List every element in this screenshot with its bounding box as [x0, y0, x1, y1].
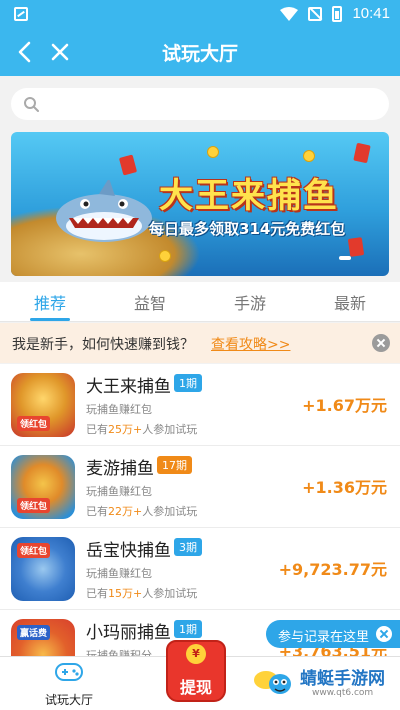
reward-amount: +9,723.77元 — [278, 560, 387, 579]
game-thumbnail: 领红包 — [11, 537, 75, 601]
red-envelope-icon — [353, 142, 371, 164]
site-watermark: 蜻蜓手游网 www.qt6.com — [252, 662, 400, 708]
page-title: 试玩大厅 — [161, 43, 238, 65]
red-envelope-icon — [347, 237, 365, 257]
participant-count: 已有15万+人参加试玩 — [86, 587, 198, 600]
search-area — [0, 76, 400, 128]
game-desc: 玩捕鱼赚红包 — [86, 485, 152, 498]
withdraw-button[interactable]: ¥ 提现 — [160, 640, 232, 704]
bottom-tab-trial-hall[interactable]: 试玩大厅 — [34, 661, 104, 708]
thumbnail-tag: 领红包 — [17, 543, 51, 558]
status-bar: 10:41 — [0, 0, 400, 28]
app-header: 试玩大厅 — [0, 28, 400, 76]
thumbnail-tag: 领红包 — [17, 498, 51, 513]
notification-icon — [14, 7, 28, 21]
coin-icon — [207, 146, 219, 158]
list-item[interactable]: 领红包 麦游捕鱼 17期 玩捕鱼赚红包 已有22万+人参加试玩 +1.36万元 — [0, 446, 400, 528]
close-notice-icon[interactable] — [372, 334, 390, 352]
banner-headline: 大王来捕鱼 — [159, 176, 339, 216]
battery-icon — [332, 5, 343, 22]
no-sim-icon — [308, 6, 323, 21]
bottom-tab-label: 试玩大厅 — [44, 693, 93, 707]
guide-link[interactable]: 查看攻略>> — [211, 334, 290, 354]
game-name: 大王来捕鱼 — [86, 377, 171, 397]
carousel-indicator[interactable] — [339, 256, 351, 260]
active-tab-indicator — [30, 318, 70, 321]
game-name: 岳宝快捕鱼 — [86, 541, 171, 561]
watermark-url: www.qt6.com — [312, 688, 374, 698]
game-name: 麦游捕鱼 — [86, 459, 154, 479]
withdraw-label: 提现 — [179, 678, 212, 697]
list-item[interactable]: 领红包 岳宝快捕鱼 3期 玩捕鱼赚红包 已有15万+人参加试玩 +9,723.7… — [0, 528, 400, 610]
tab-latest[interactable]: 最新 — [320, 290, 380, 314]
newbie-notice: 我是新手，如何快速赚到钱？ 查看攻略>> — [0, 323, 400, 363]
category-tabs: 推荐 益智 手游 最新 — [0, 282, 400, 322]
period-badge: 1期 — [174, 620, 202, 638]
red-envelope-icon — [118, 154, 138, 176]
thumbnail-tag: 领红包 — [17, 416, 51, 431]
tab-puzzle[interactable]: 益智 — [120, 290, 180, 314]
notice-text: 我是新手，如何快速赚到钱？ — [12, 337, 194, 353]
participant-count: 已有25万+人参加试玩 — [86, 423, 198, 436]
period-badge: 1期 — [174, 374, 202, 392]
game-thumbnail: 领红包 — [11, 373, 75, 437]
dragonfly-logo-icon — [254, 671, 291, 694]
participant-count: 已有22万+人参加试玩 — [86, 505, 198, 518]
game-thumbnail: 领红包 — [11, 455, 75, 519]
thumbnail-tag: 赢话费 — [17, 625, 51, 640]
promo-banner[interactable]: 大王来捕鱼 每日最多领取314元免费红包 — [11, 132, 389, 276]
period-badge: 17期 — [157, 456, 192, 474]
coin-icon: ¥ — [186, 644, 206, 664]
wifi-icon — [280, 6, 299, 21]
coin-icon — [159, 250, 171, 262]
participation-record-tip[interactable]: 参与记录在这里 — [266, 620, 400, 648]
tab-recommended[interactable]: 推荐 — [20, 290, 80, 314]
game-name: 小玛丽捕鱼 — [86, 623, 171, 643]
status-time: 10:41 — [352, 5, 390, 22]
search-icon — [24, 97, 39, 112]
coin-icon — [303, 150, 315, 162]
watermark-name: 蜻蜓手游网 — [300, 669, 385, 689]
reward-amount: +1.67万元 — [302, 396, 387, 415]
period-badge: 3期 — [174, 538, 202, 556]
game-desc: 玩捕鱼赚红包 — [86, 403, 152, 416]
record-tip-label: 参与记录在这里 — [278, 630, 370, 645]
close-tip-icon[interactable] — [376, 626, 392, 642]
search-input[interactable] — [11, 88, 389, 120]
gamepad-icon — [55, 663, 83, 681]
shark-mascot-icon — [56, 180, 152, 242]
banner-subline: 每日最多领取314元免费红包 — [149, 220, 346, 238]
tab-mobile-games[interactable]: 手游 — [220, 290, 280, 314]
reward-amount: +1.36万元 — [302, 478, 387, 497]
list-item[interactable]: 领红包 大王来捕鱼 1期 玩捕鱼赚红包 已有25万+人参加试玩 +1.67万元 — [0, 364, 400, 446]
game-desc: 玩捕鱼赚红包 — [86, 567, 152, 580]
